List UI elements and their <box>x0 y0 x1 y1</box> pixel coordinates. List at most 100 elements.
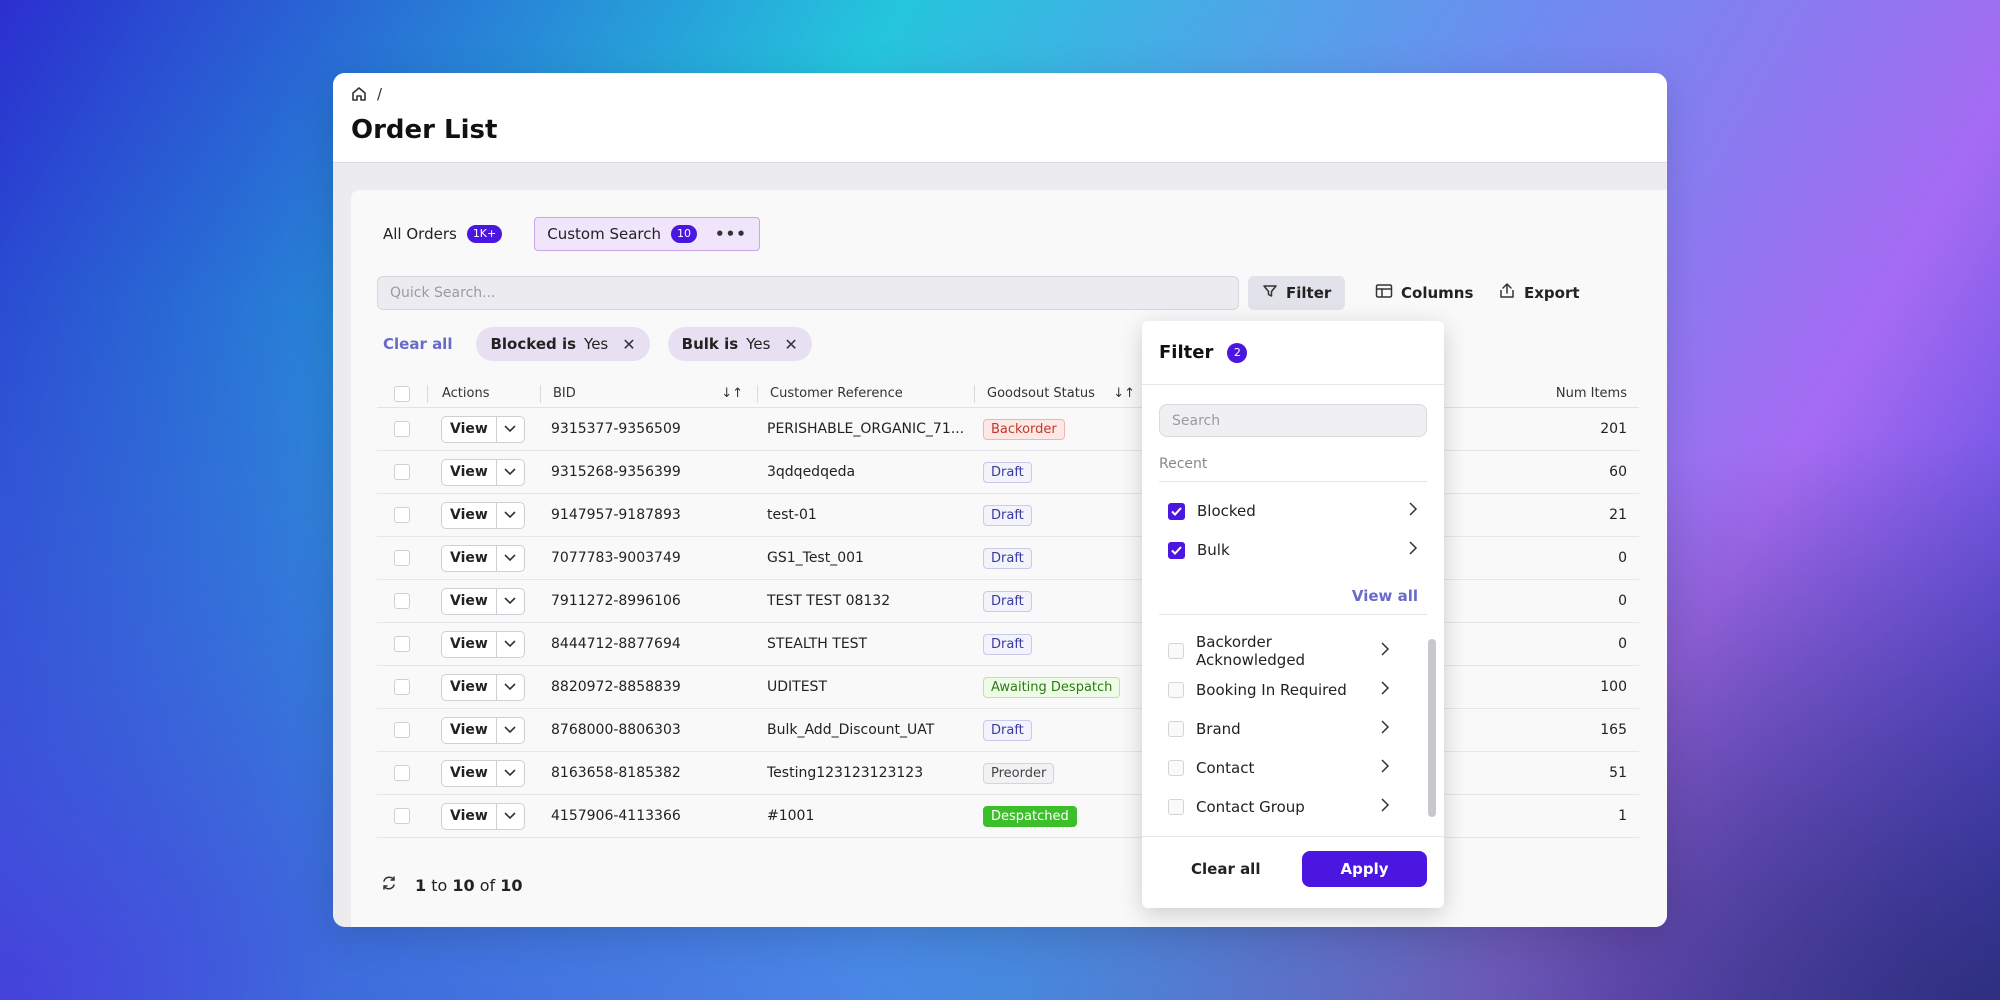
cell-status: Draft <box>971 719 1141 741</box>
filter-field-item[interactable]: Backorder Acknowledged <box>1168 633 1390 669</box>
columns-button[interactable]: Columns <box>1361 276 1487 310</box>
cell-status: Draft <box>971 547 1141 569</box>
view-button[interactable]: View <box>442 546 496 571</box>
chevron-down-icon[interactable] <box>495 416 524 442</box>
clear-all-button[interactable]: Clear all <box>1191 860 1260 878</box>
view-button[interactable]: View <box>442 761 496 786</box>
row-actions: View <box>427 716 539 744</box>
cell-customer-reference: #1001 <box>767 808 815 824</box>
cell-bid: 7911272-8996106 <box>551 593 681 609</box>
view-button[interactable]: View <box>442 589 496 614</box>
scrollbar[interactable] <box>1428 639 1436 817</box>
orders-table: Actions BID ↓↑ Customer Reference Goodso… <box>377 380 1639 838</box>
header-bid[interactable]: BID ↓↑ <box>541 386 757 401</box>
tab-all-orders[interactable]: All Orders 1K+ <box>371 217 514 251</box>
view-tabs: All Orders 1K+ Custom Search 10 ••• <box>371 217 760 251</box>
close-icon[interactable]: ✕ <box>622 335 635 354</box>
chevron-down-icon[interactable] <box>495 459 524 485</box>
cell-status: Draft <box>971 461 1141 483</box>
status-badge: Preorder <box>983 762 1055 784</box>
home-icon[interactable] <box>351 86 367 102</box>
filter-count-badge: 2 <box>1227 342 1248 363</box>
close-icon[interactable]: ✕ <box>784 335 797 354</box>
row-checkbox[interactable] <box>394 765 410 781</box>
more-options-icon[interactable]: ••• <box>715 225 747 243</box>
checkbox-unchecked[interactable] <box>1168 721 1184 737</box>
quick-search-input[interactable] <box>377 276 1239 310</box>
chevron-down-icon[interactable] <box>495 631 524 657</box>
status-badge: Draft <box>983 547 1032 569</box>
cell-status: Awaiting Despatch <box>971 676 1141 698</box>
header-actions: Actions <box>442 386 490 401</box>
view-button[interactable]: View <box>442 417 496 442</box>
filter-search-input[interactable] <box>1159 404 1427 437</box>
filter-field-item[interactable]: Brand <box>1168 717 1390 741</box>
filter-button[interactable]: Filter <box>1248 276 1346 310</box>
table-row: View 8768000-8806303 Bulk_Add_Discount_U… <box>377 709 1639 752</box>
sort-icon[interactable]: ↓↑ <box>721 386 743 401</box>
chip-value: Yes <box>584 335 609 353</box>
filter-chip-blocked: Blocked is Yes ✕ <box>476 327 650 361</box>
refresh-icon[interactable] <box>381 875 397 895</box>
cell-customer-reference: STEALTH TEST <box>767 636 868 652</box>
row-checkbox[interactable] <box>394 636 410 652</box>
view-button-group: View <box>441 673 525 701</box>
checkbox-unchecked[interactable] <box>1168 760 1184 776</box>
view-button-group: View <box>441 587 525 615</box>
view-all-link[interactable]: View all <box>1352 587 1418 605</box>
chevron-down-icon[interactable] <box>495 588 524 614</box>
table-body: View 9315377-9356509 PERISHABLE_ORGANIC_… <box>377 408 1639 838</box>
table-row: View 9315268-9356399 3qdqedqeda Draft 60 <box>377 451 1639 494</box>
checkbox-checked[interactable] <box>1168 502 1185 520</box>
row-checkbox[interactable] <box>394 593 410 609</box>
cell-status: Draft <box>971 590 1141 612</box>
filter-option-blocked[interactable]: Blocked <box>1168 499 1418 523</box>
row-checkbox[interactable] <box>394 507 410 523</box>
view-button-group: View <box>441 501 525 529</box>
sort-icon[interactable]: ↓↑ <box>1113 386 1135 401</box>
tab-custom-search[interactable]: Custom Search 10 ••• <box>534 217 760 251</box>
table-row: View 9147957-9187893 test-01 Draft 21 <box>377 494 1639 537</box>
checkbox-unchecked[interactable] <box>1168 643 1184 659</box>
view-button[interactable]: View <box>442 632 496 657</box>
view-button[interactable]: View <box>442 718 496 743</box>
chevron-down-icon[interactable] <box>495 545 524 571</box>
view-button[interactable]: View <box>442 503 496 528</box>
select-all-checkbox[interactable] <box>394 385 410 402</box>
filter-field-item[interactable]: Booking In Required <box>1168 678 1390 702</box>
chevron-down-icon[interactable] <box>495 502 524 528</box>
filter-field-item[interactable]: Contact <box>1168 756 1390 780</box>
cell-customer-reference: 3qdqedqeda <box>767 464 856 480</box>
row-checkbox[interactable] <box>394 421 410 437</box>
view-button-group: View <box>441 759 525 787</box>
row-checkbox[interactable] <box>394 679 410 695</box>
chip-field: Bulk is <box>681 335 739 353</box>
table-header: Actions BID ↓↑ Customer Reference Goodso… <box>377 380 1639 408</box>
checkbox-unchecked[interactable] <box>1168 682 1184 698</box>
chevron-down-icon[interactable] <box>495 717 524 743</box>
export-button[interactable]: Export <box>1484 276 1594 310</box>
row-checkbox[interactable] <box>394 722 410 738</box>
row-checkbox[interactable] <box>394 550 410 566</box>
chevron-down-icon[interactable] <box>495 760 524 786</box>
chevron-down-icon[interactable] <box>495 803 524 829</box>
clear-all-filters-link[interactable]: Clear all <box>377 335 458 353</box>
apply-button[interactable]: Apply <box>1302 851 1427 887</box>
count-badge: 10 <box>671 225 698 243</box>
checkbox-checked[interactable] <box>1168 541 1185 559</box>
view-button[interactable]: View <box>442 460 496 485</box>
row-checkbox[interactable] <box>394 808 410 824</box>
header-goodsout-status[interactable]: Goodsout Status ↓↑ <box>975 386 1145 401</box>
header-label: Goodsout Status <box>987 386 1095 401</box>
filter-chip-bulk: Bulk is Yes ✕ <box>667 327 812 361</box>
table-row: View 4157906-4113366 #1001 Despatched 1 <box>377 795 1639 838</box>
view-button[interactable]: View <box>442 804 496 829</box>
filter-field-item[interactable]: Contact Group <box>1168 795 1390 819</box>
view-button-group: View <box>441 415 525 443</box>
chevron-down-icon[interactable] <box>495 674 524 700</box>
checkbox-unchecked[interactable] <box>1168 799 1184 815</box>
filter-option-bulk[interactable]: Bulk <box>1168 538 1418 562</box>
row-checkbox[interactable] <box>394 464 410 480</box>
view-button-group: View <box>441 630 525 658</box>
view-button[interactable]: View <box>442 675 496 700</box>
